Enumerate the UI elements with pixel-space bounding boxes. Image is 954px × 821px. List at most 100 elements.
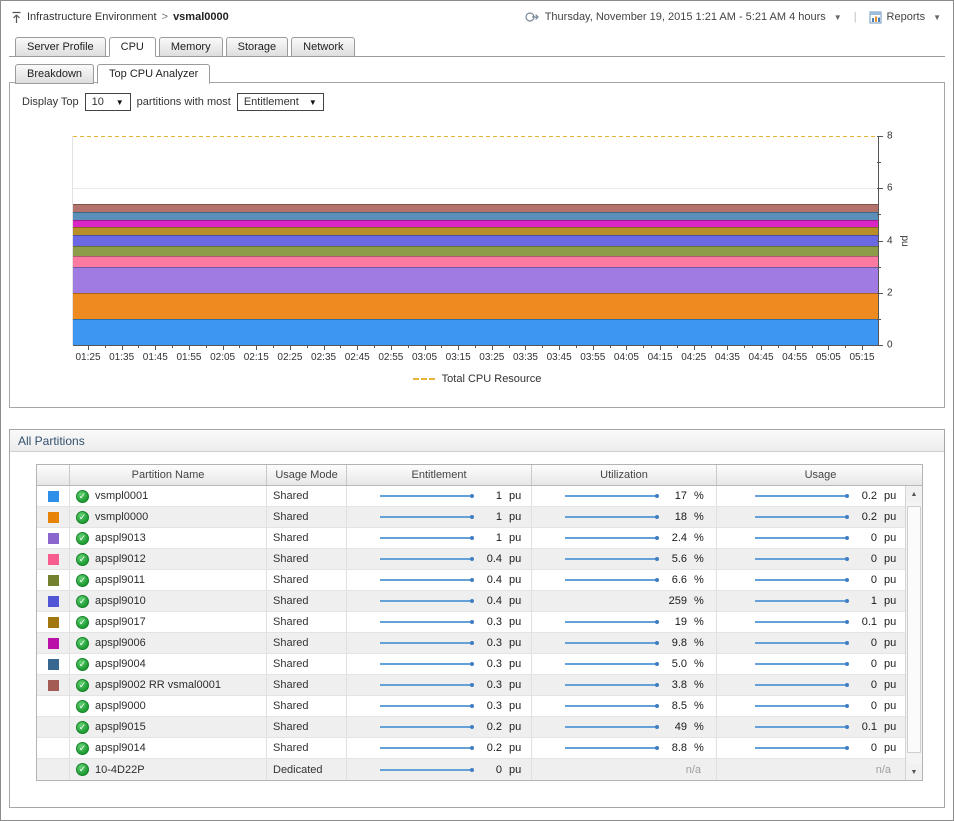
series-color-swatch: [48, 659, 59, 670]
sparkline: [565, 621, 658, 623]
sparkline: [380, 621, 473, 623]
sparkline: [565, 495, 658, 497]
tab-network[interactable]: Network: [291, 37, 355, 57]
metric-unit: %: [694, 511, 710, 523]
x-minor-tick-12: [509, 345, 510, 348]
sparkline: [755, 495, 848, 497]
column-header-partition-name[interactable]: Partition Name: [70, 465, 267, 485]
cell-partition-name: ✓apspl9002 RR vsmal0001: [70, 675, 267, 695]
table-row-apspl9000[interactable]: ✓apspl9000Shared0.3pu8.5%0pu: [37, 696, 922, 717]
usage-mode-label: Shared: [273, 553, 308, 565]
metric-value: 0.3: [480, 700, 502, 712]
metric-select[interactable]: Entitlement ▼: [237, 93, 324, 111]
cell-swatch: [37, 696, 70, 716]
table-header-row: Partition NameUsage ModeEntitlementUtili…: [37, 465, 922, 486]
cell-usage: 0.2pu: [717, 507, 907, 527]
table-row-10-4D22P[interactable]: ✓10-4D22PDedicated0pun/an/a: [37, 759, 922, 780]
cell-utilization: 5.0%: [532, 654, 717, 674]
reports-menu[interactable]: Reports ▼: [869, 11, 941, 24]
breadcrumb-root[interactable]: Infrastructure Environment: [27, 11, 157, 23]
scroll-up-button[interactable]: ▲: [906, 486, 922, 502]
table-row-apspl9010[interactable]: ✓apspl9010Shared0.4pu259%1pu: [37, 591, 922, 612]
x-tick-02:35: [324, 345, 325, 350]
y-axis-title: pu: [899, 235, 910, 246]
cell-usage-mode: Shared: [267, 738, 347, 758]
tab-cpu[interactable]: CPU: [109, 37, 156, 57]
table-row-apspl9012[interactable]: ✓apspl9012Shared0.4pu5.6%0pu: [37, 549, 922, 570]
metric-value: 0: [855, 742, 877, 754]
sparkline: [755, 621, 848, 623]
sparkline: [755, 642, 848, 644]
metric-unit: pu: [509, 553, 525, 565]
vertical-scrollbar[interactable]: ▲ ▼: [905, 486, 922, 780]
metric-value: 1: [480, 532, 502, 544]
x-tick-04:35: [727, 345, 728, 350]
cell-partition-name: ✓apspl9017: [70, 612, 267, 632]
header-divider: |: [850, 11, 861, 23]
sparkline: [380, 537, 473, 539]
metric-unit: pu: [884, 574, 900, 586]
breadcrumb-current: vsmal0000: [173, 11, 229, 23]
x-tick-01:25: [88, 345, 89, 350]
metric-unit: pu: [884, 595, 900, 607]
table-row-apspl9011[interactable]: ✓apspl9011Shared0.4pu6.6%0pu: [37, 570, 922, 591]
scroll-thumb[interactable]: [907, 506, 921, 753]
cell-utilization: 19%: [532, 612, 717, 632]
time-range-control[interactable]: Thursday, November 19, 2015 1:21 AM - 5:…: [525, 11, 842, 23]
column-header-usage-mode[interactable]: Usage Mode: [267, 465, 347, 485]
table-row-apspl9013[interactable]: ✓apspl9013Shared1pu2.4%0pu: [37, 528, 922, 549]
y-tick-label-8: 8: [887, 131, 893, 142]
cell-utilization: 2.4%: [532, 528, 717, 548]
x-minor-tick-1: [138, 345, 139, 348]
top-count-select[interactable]: 10 ▼: [85, 93, 131, 111]
cell-usage-mode: Shared: [267, 486, 347, 506]
scroll-down-button[interactable]: ▼: [906, 764, 922, 780]
y-minor-tick-3: [877, 267, 881, 268]
status-ok-icon: ✓: [76, 595, 89, 608]
cell-entitlement: 1pu: [347, 528, 532, 548]
sparkline: [380, 495, 473, 497]
subtab-breakdown[interactable]: Breakdown: [15, 64, 94, 84]
table-row-apspl9006[interactable]: ✓apspl9006Shared0.3pu9.8%0pu: [37, 633, 922, 654]
tab-storage[interactable]: Storage: [226, 37, 289, 57]
x-tick-label-02:15: 02:15: [244, 352, 269, 363]
cell-entitlement: 0.3pu: [347, 633, 532, 653]
table-row-apspl9004[interactable]: ✓apspl9004Shared0.3pu5.0%0pu: [37, 654, 922, 675]
cell-usage: 0pu: [717, 528, 907, 548]
usage-mode-label: Shared: [273, 658, 308, 670]
cell-swatch: [37, 675, 70, 695]
subtab-top-cpu-analyzer[interactable]: Top CPU Analyzer: [97, 64, 210, 84]
metric-value: 0: [855, 637, 877, 649]
column-header-usage[interactable]: Usage: [717, 465, 924, 485]
usage-mode-label: Shared: [273, 700, 308, 712]
x-tick-label-03:15: 03:15: [446, 352, 471, 363]
table-row-vsmpl0000[interactable]: ✓vsmpl0000Shared1pu18%0.2pu: [37, 507, 922, 528]
x-minor-tick-18: [711, 345, 712, 348]
table-row-apspl9002-RR-vsmal0001[interactable]: ✓apspl9002 RR vsmal0001Shared0.3pu3.8%0p…: [37, 675, 922, 696]
sparkline: [755, 537, 848, 539]
table-row-apspl9015[interactable]: ✓apspl9015Shared0.2pu49%0.1pu: [37, 717, 922, 738]
cell-partition-name: ✓apspl9006: [70, 633, 267, 653]
cell-usage: 0pu: [717, 696, 907, 716]
metric-unit: pu: [884, 637, 900, 649]
time-range-caret-icon: ▼: [831, 13, 842, 22]
partition-name-label: apspl9006: [95, 637, 146, 649]
metric-unit: pu: [884, 553, 900, 565]
column-header-entitlement[interactable]: Entitlement: [347, 465, 532, 485]
stacked-area-chart[interactable]: 02468pu01:2501:3501:4501:5502:0502:1502:…: [72, 136, 878, 345]
x-tick-label-01:25: 01:25: [75, 352, 100, 363]
metric-unit: %: [694, 490, 710, 502]
x-tick-02:05: [223, 345, 224, 350]
tab-memory[interactable]: Memory: [159, 37, 223, 57]
metric-unit: %: [694, 637, 710, 649]
table-row-apspl9014[interactable]: ✓apspl9014Shared0.2pu8.8%0pu: [37, 738, 922, 759]
metric-value: 8.5: [665, 700, 687, 712]
tab-server-profile[interactable]: Server Profile: [15, 37, 106, 57]
column-header-swatch[interactable]: [37, 465, 70, 485]
column-header-utilization[interactable]: Utilization: [532, 465, 717, 485]
partition-name-label: vsmpl0000: [95, 511, 148, 523]
x-minor-tick-14: [576, 345, 577, 348]
top-cpu-analyzer-panel: Display Top 10 ▼ partitions with most En…: [9, 82, 945, 408]
table-row-vsmpl0001[interactable]: ✓vsmpl0001Shared1pu17%0.2pu: [37, 486, 922, 507]
table-row-apspl9017[interactable]: ✓apspl9017Shared0.3pu19%0.1pu: [37, 612, 922, 633]
